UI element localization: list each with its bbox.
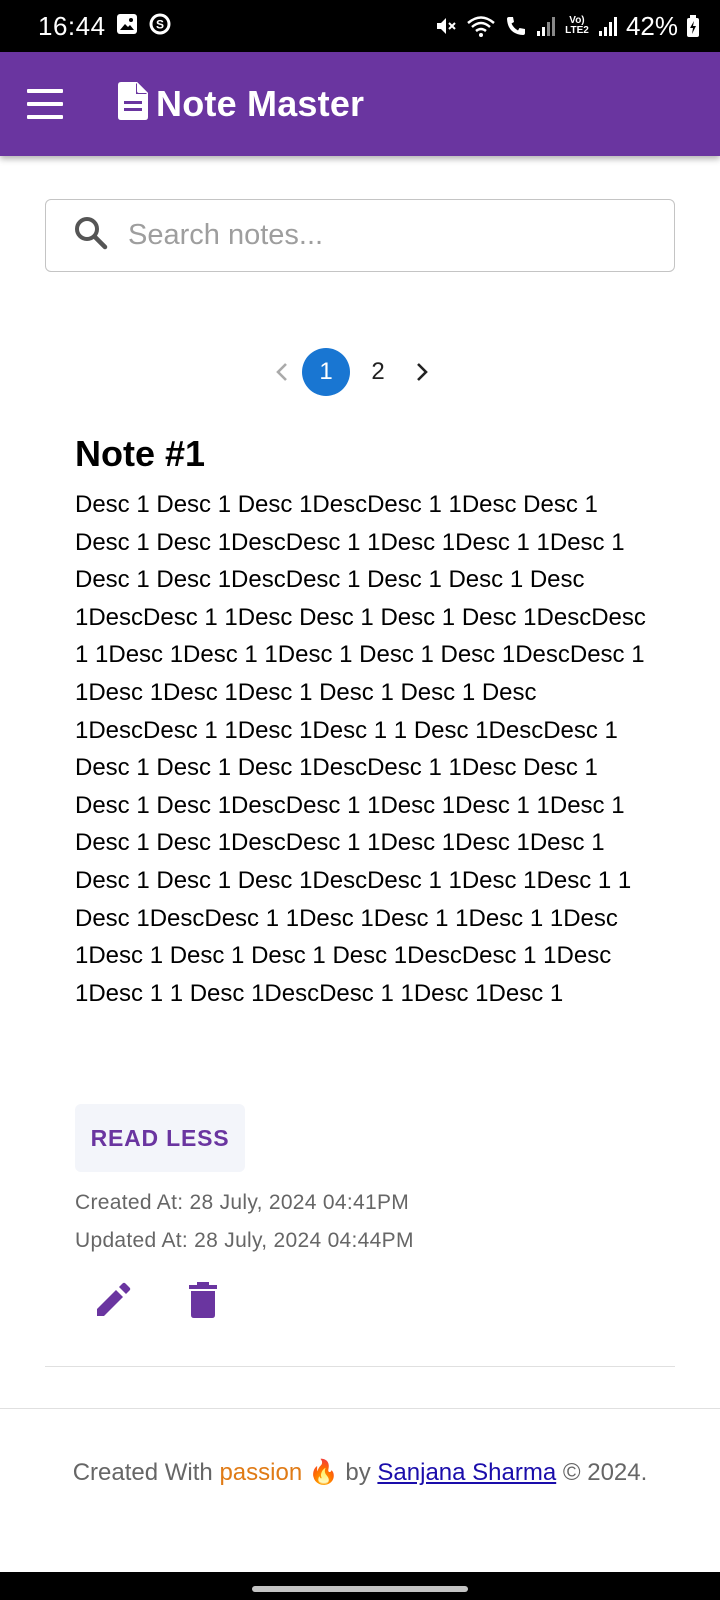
app-title-group: Note Master xyxy=(118,82,364,125)
signal-icon xyxy=(598,15,618,37)
call-icon xyxy=(504,14,528,38)
image-icon xyxy=(116,13,138,40)
network-tag: Vo) LTE2 xyxy=(565,15,589,36)
read-less-button[interactable]: READ LESS xyxy=(75,1104,245,1172)
status-time: 16:44 xyxy=(38,10,106,41)
pagination: 1 2 xyxy=(264,348,440,396)
next-page-button[interactable] xyxy=(404,348,440,396)
fire-emoji-icon: 🔥 xyxy=(308,1459,339,1486)
home-gesture-handle[interactable] xyxy=(252,1586,468,1592)
footer-suffix: © 2024. xyxy=(556,1459,648,1486)
created-at: Created At: 28 July, 2024 04:41PM xyxy=(75,1191,410,1214)
mute-icon xyxy=(434,14,458,38)
signal-icon xyxy=(536,15,556,37)
svg-text:S: S xyxy=(156,17,164,31)
page-button-2[interactable]: 2 xyxy=(354,348,402,396)
search-box[interactable] xyxy=(45,199,675,272)
author-link[interactable]: Sanjana Sharma xyxy=(377,1459,556,1486)
updated-at: Updated At: 28 July, 2024 04:44PM xyxy=(75,1229,414,1252)
app-bar: Note Master xyxy=(0,52,720,156)
note-description: Desc 1 Desc 1 Desc 1DescDesc 1 1Desc Des… xyxy=(75,491,646,1007)
status-bar: 16:44 S Vo) LTE2 42% xyxy=(0,0,720,52)
battery-icon xyxy=(686,14,700,38)
footer-prefix: Created With xyxy=(72,1459,220,1486)
note-divider xyxy=(45,1366,675,1367)
chevron-left-icon xyxy=(276,363,287,381)
trash-icon xyxy=(189,1282,217,1318)
battery-text: 42% xyxy=(625,10,678,41)
document-icon xyxy=(118,82,148,125)
pencil-icon xyxy=(97,1282,131,1316)
note-title: Note #1 xyxy=(75,433,206,474)
delete-button[interactable] xyxy=(181,1278,225,1322)
footer-by: by xyxy=(338,1459,378,1486)
page-button-1[interactable]: 1 xyxy=(302,348,350,396)
search-input[interactable] xyxy=(126,218,630,253)
system-nav-bar xyxy=(0,1572,720,1600)
footer-divider xyxy=(0,1408,720,1409)
chevron-right-icon xyxy=(417,363,428,381)
menu-icon xyxy=(27,89,63,93)
app-title: Note Master xyxy=(156,82,365,124)
search-icon xyxy=(74,216,108,255)
footer-passion: passion xyxy=(219,1459,303,1486)
wifi-icon xyxy=(466,14,496,38)
s-app-icon: S xyxy=(148,12,172,41)
footer: Created With passion 🔥 by Sanjana Sharma… xyxy=(60,1454,660,1492)
edit-button[interactable] xyxy=(91,1278,135,1322)
menu-button[interactable] xyxy=(27,89,63,119)
status-indicators: Vo) LTE2 42% xyxy=(434,11,700,42)
prev-page-button[interactable] xyxy=(264,348,300,396)
